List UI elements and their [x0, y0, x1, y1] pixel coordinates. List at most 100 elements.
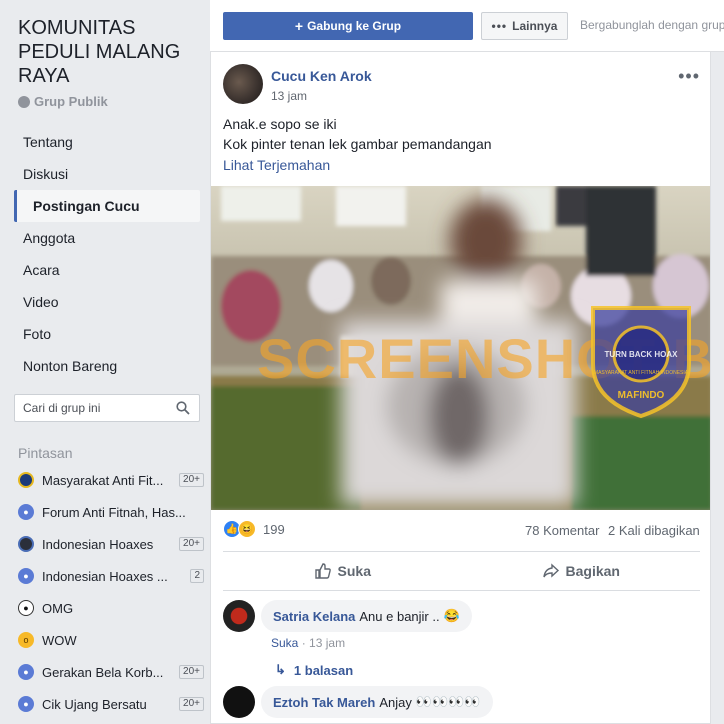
nav-item-acara[interactable]: Acara — [14, 254, 200, 286]
comment-like-link[interactable]: Suka — [271, 636, 298, 650]
commenter-name[interactable]: Satria Kelana — [273, 609, 355, 624]
shortcut-badge: 20+ — [179, 697, 204, 711]
comment: Satria Kelana Anu e banjir .. 😂 — [223, 600, 472, 632]
join-hint: Bergabunglah dengan grup — [580, 18, 724, 32]
comment-text: Anu e banjir .. — [359, 608, 440, 624]
group-action-bar: + Gabung ke Grup ••• Lainnya Bergabungla… — [210, 0, 724, 52]
shortcut-item[interactable]: ● Forum Anti Fitnah, Has... — [18, 496, 204, 528]
view-replies-link[interactable]: ↳ 1 balasan — [275, 662, 353, 678]
share-label: Bagikan — [565, 563, 620, 579]
shortcut-label: OMG — [42, 600, 74, 616]
group-icon: ● — [18, 568, 34, 584]
search-icon[interactable] — [176, 401, 190, 415]
comment-text: Anjay — [379, 694, 412, 710]
group-icon: ● — [18, 664, 34, 680]
more-label: Lainnya — [512, 19, 558, 33]
mafindo-logo-icon — [18, 472, 34, 488]
shortcut-item[interactable]: Masyarakat Anti Fit... 20+ — [18, 464, 204, 496]
post-options-icon[interactable]: ••• — [678, 66, 700, 87]
join-group-button[interactable]: + Gabung ke Grup — [223, 12, 473, 40]
post-author[interactable]: Cucu Ken Arok — [271, 68, 372, 84]
see-translation-link[interactable]: Lihat Terjemahan — [223, 157, 330, 173]
like-button[interactable]: Suka — [223, 552, 462, 590]
join-group-label: Gabung ke Grup — [307, 19, 402, 33]
shortcut-label: Forum Anti Fitnah, Has... — [42, 504, 186, 520]
shortcut-label: Gerakan Bela Korb... — [42, 664, 164, 680]
group-privacy-label: Grup Publik — [34, 94, 108, 109]
seal-bottom-text: MAFINDO — [618, 390, 665, 401]
shortcut-item[interactable]: o WOW — [18, 624, 204, 656]
shortcut-badge: 20+ — [179, 473, 204, 487]
post-photo[interactable]: SCREENSHOT BY MASYARAKAT ANTI FITNAH IND… — [211, 186, 710, 510]
search-input[interactable] — [15, 395, 165, 421]
shortcut-item[interactable]: ● OMG — [18, 592, 204, 624]
post-text-line: Kok pinter tenan lek gambar pemandangan — [223, 136, 492, 152]
share-count[interactable]: 2 Kali dibagikan — [608, 523, 700, 538]
commenter-avatar[interactable] — [223, 600, 255, 632]
ellipsis-icon: ••• — [491, 19, 508, 33]
nav-item-nonton-bareng[interactable]: Nonton Bareng — [14, 350, 200, 382]
share-button[interactable]: Bagikan — [462, 552, 701, 590]
indonesian-hoaxes-logo-icon — [18, 536, 34, 552]
shortcut-label: Indonesian Hoaxes — [42, 536, 154, 552]
group-search — [14, 394, 200, 422]
reply-arrow-icon: ↳ — [275, 662, 286, 677]
group-title[interactable]: KOMUNITAS PEDULI MALANG RAYA — [18, 16, 203, 88]
group-icon: ● — [18, 504, 34, 520]
shortcut-label: Cik Ujang Bersatu — [42, 696, 147, 712]
mafindo-seal-logo: MASYARAKAT ANTI FITNAH INDONESIA TURN BA… — [591, 306, 691, 419]
comment-time[interactable]: 13 jam — [309, 636, 345, 650]
soccer-ball-icon: ● — [18, 600, 34, 616]
nav-item-postingan-cucu[interactable]: Postingan Cucu — [14, 190, 200, 222]
reaction-icons[interactable]: 👍 😆 — [223, 520, 256, 538]
commenter-name[interactable]: Eztoh Tak Mareh — [273, 695, 375, 710]
comment-meta: Suka · 13 jam — [271, 636, 345, 650]
shortcuts-title: Pintasan — [18, 445, 73, 461]
post-card: Cucu Ken Arok 13 jam ••• Anak.e sopo se … — [210, 52, 711, 724]
comment: Eztoh Tak Mareh Anjay 👀👀👀👀 — [223, 686, 493, 718]
share-arrow-icon — [542, 563, 559, 578]
comment-bubble: Satria Kelana Anu e banjir .. 😂 — [261, 600, 472, 632]
group-nav: Tentang Diskusi Postingan Cucu Anggota A… — [14, 126, 200, 382]
eyes-emoji-icon: 👀👀👀👀 — [415, 694, 481, 709]
wow-emoji-icon: o — [18, 632, 34, 648]
reaction-count[interactable]: 199 — [263, 522, 285, 537]
shortcut-item[interactable]: ● Indonesian Hoaxes ... 2 — [18, 560, 204, 592]
commenter-avatar[interactable] — [223, 686, 255, 718]
meta-separator: · — [301, 636, 310, 650]
shortcut-label: WOW — [42, 632, 77, 648]
reaction-summary: 👍 😆 199 78 Komentar 2 Kali dibagikan — [211, 510, 710, 548]
plus-icon: + — [294, 18, 304, 34]
shortcut-item[interactable]: ● Cik Ujang Bersatu 20+ — [18, 688, 204, 720]
more-button[interactable]: ••• Lainnya — [481, 12, 568, 40]
comment-count[interactable]: 78 Komentar — [525, 523, 599, 538]
shortcut-badge: 2 — [190, 569, 204, 583]
page-gutter — [711, 52, 724, 724]
shortcuts-list: Masyarakat Anti Fit... 20+ ● Forum Anti … — [18, 464, 204, 720]
nav-item-tentang[interactable]: Tentang — [14, 126, 200, 158]
replies-label: 1 balasan — [293, 662, 354, 678]
shortcut-label: Masyarakat Anti Fit... — [42, 472, 164, 488]
shortcut-badge: 20+ — [179, 537, 204, 551]
seal-center-text: TURN BACK HOAX — [605, 350, 679, 359]
shortcut-badge: 20+ — [179, 665, 204, 679]
comment-bubble: Eztoh Tak Mareh Anjay 👀👀👀👀 — [261, 686, 493, 718]
nav-item-video[interactable]: Video — [14, 286, 200, 318]
nav-item-diskusi[interactable]: Diskusi — [14, 158, 200, 190]
left-sidebar: KOMUNITAS PEDULI MALANG RAYA Grup Publik… — [0, 0, 210, 724]
thumbs-up-icon — [314, 563, 331, 579]
post-text: Anak.e sopo se iki Kok pinter tenan lek … — [223, 114, 492, 154]
post-action-bar: Suka Bagikan — [223, 551, 700, 591]
shortcut-item[interactable]: Indonesian Hoaxes 20+ — [18, 528, 204, 560]
globe-icon — [18, 95, 30, 108]
post-text-line: Anak.e sopo se iki — [223, 116, 337, 132]
haha-reaction-icon: 😆 — [238, 520, 256, 538]
group-privacy: Grup Publik — [18, 94, 108, 109]
nav-item-anggota[interactable]: Anggota — [14, 222, 200, 254]
nav-item-foto[interactable]: Foto — [14, 318, 200, 350]
laughing-emoji-icon: 😂 — [443, 608, 460, 623]
shortcut-item[interactable]: ● Gerakan Bela Korb... 20+ — [18, 656, 204, 688]
post-timestamp[interactable]: 13 jam — [271, 89, 307, 103]
seal-top-text: MASYARAKAT ANTI FITNAH INDONESIA — [594, 370, 689, 376]
author-avatar[interactable] — [223, 64, 263, 104]
